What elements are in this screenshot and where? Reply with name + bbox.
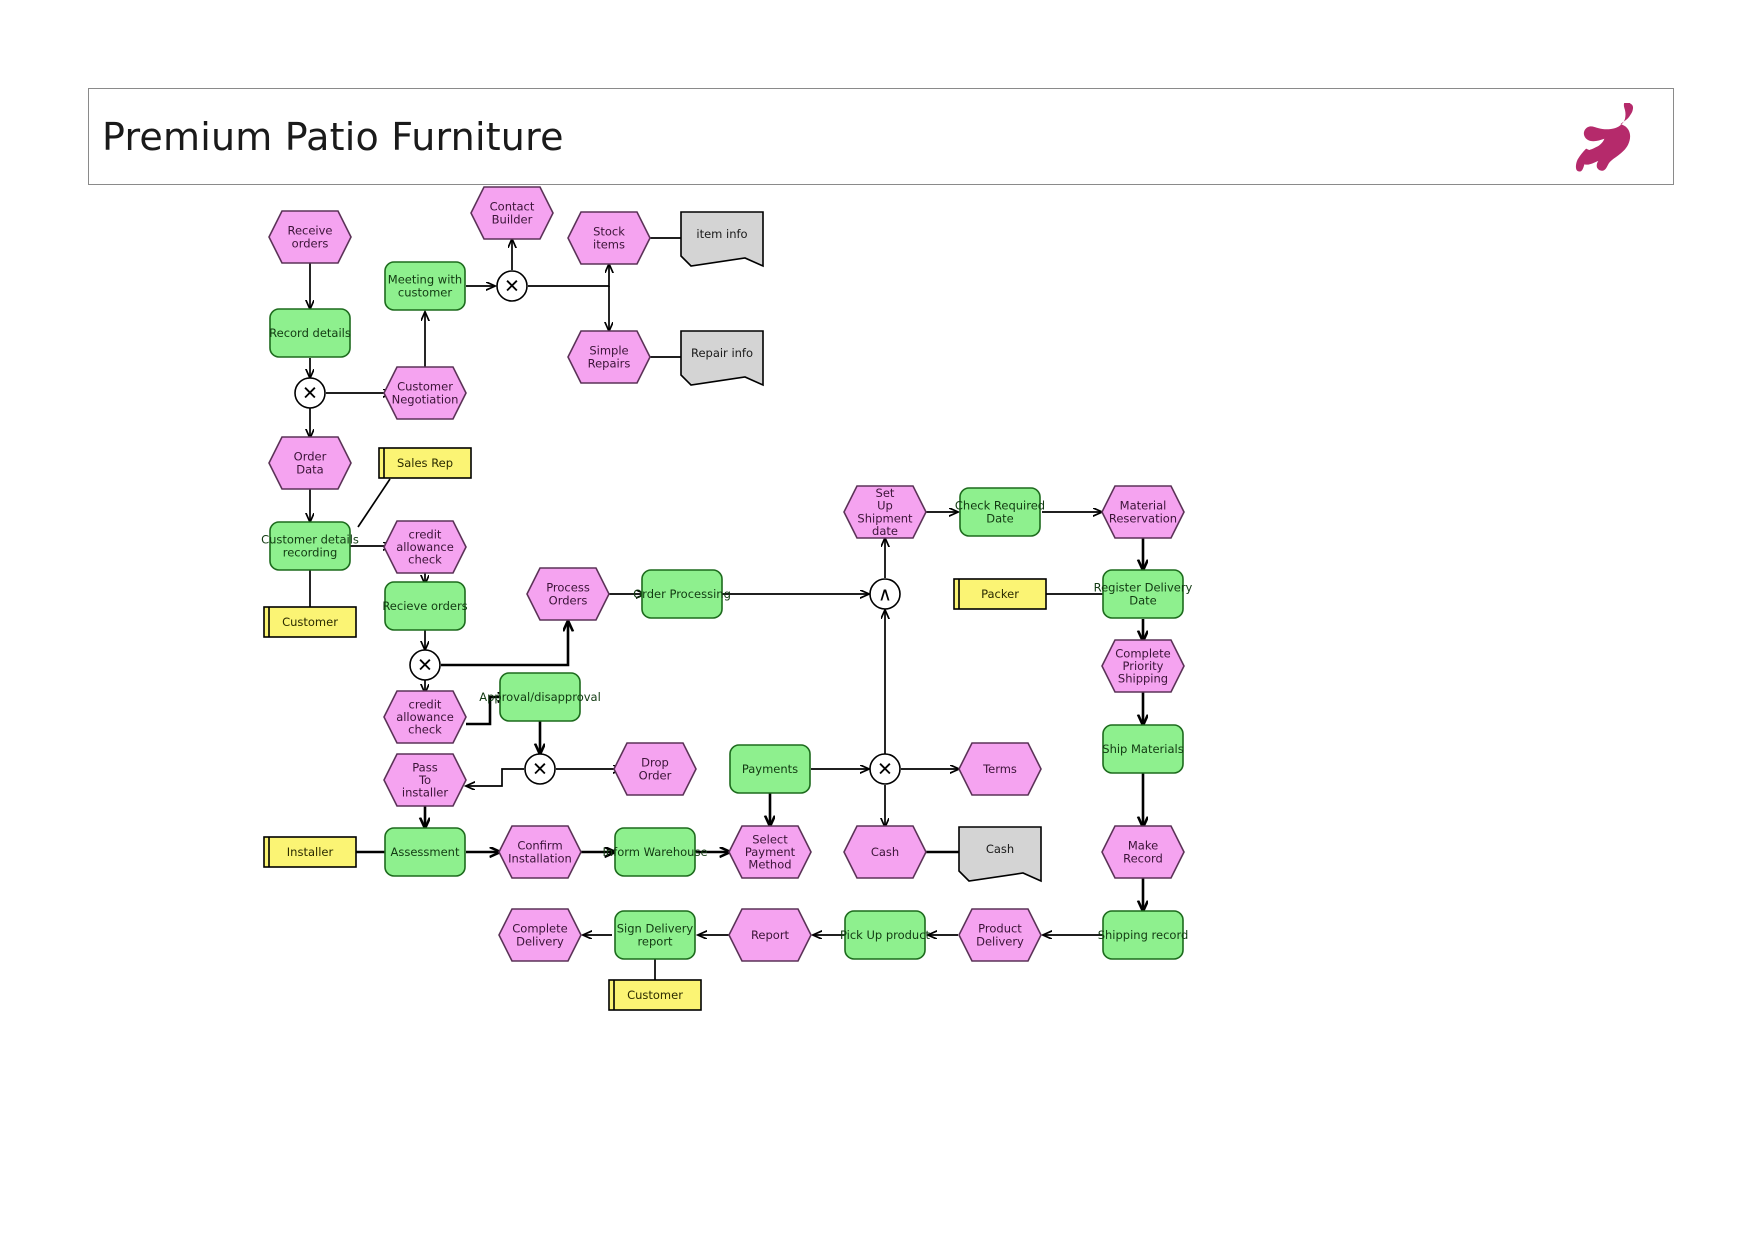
connector-symbol: ✕: [302, 383, 318, 405]
node-cash-event[interactable]: Cash: [843, 825, 927, 879]
node-cash-document[interactable]: Cash: [958, 826, 1042, 883]
node-contact-builder-event[interactable]: Contact Builder: [470, 186, 554, 240]
node-label: Customer: [627, 988, 683, 1002]
node-check-required-date-function[interactable]: Check Required Date: [955, 487, 1045, 537]
node-label: Sales Rep: [397, 456, 453, 470]
node-repair-info-document[interactable]: Repair info: [680, 330, 764, 387]
node-drop-order-event[interactable]: Drop Order: [613, 742, 697, 796]
node-packer-org[interactable]: Packer: [953, 578, 1047, 610]
node-label: Assessment: [391, 845, 460, 859]
node-label: Complete Delivery: [512, 921, 567, 948]
process-diagram: Receive orders Record details Customer Negot…: [0, 0, 1754, 1241]
node-label: Cash: [986, 842, 1014, 856]
node-label: Approval/disapproval: [479, 690, 601, 704]
node-label: Product Delivery: [976, 921, 1024, 948]
node-label: Contact Builder: [490, 199, 535, 226]
node-label: Ship Materials: [1102, 742, 1183, 756]
node-label: Packer: [981, 587, 1019, 601]
edge-salesrep-to-recording: [357, 478, 391, 528]
node-product-delivery-event[interactable]: Product Delivery: [958, 908, 1042, 962]
node-shipping-record-function[interactable]: Shipping record: [1098, 910, 1189, 960]
connector-and-c5[interactable]: ∧: [869, 578, 901, 610]
edge-xor4-to-passinstaller: [466, 768, 524, 786]
node-record-details-function[interactable]: Record details: [269, 308, 351, 358]
node-label: Customer: [282, 615, 338, 629]
node-approval-disapproval-function[interactable]: Approval/disapproval: [479, 672, 601, 722]
connector-xor-c2[interactable]: ✕: [294, 377, 326, 409]
node-label: Customer Negotiation: [392, 379, 459, 406]
node-label: Receive orders: [287, 223, 332, 250]
node-terms-event[interactable]: Terms: [958, 742, 1042, 796]
node-label: Repair info: [691, 346, 753, 360]
node-label: Confirm Installation: [508, 838, 572, 865]
node-label: Terms: [982, 762, 1017, 776]
node-credit-allowance-check-event[interactable]: credit allowance check: [383, 520, 467, 574]
node-recieve-orders-function[interactable]: Recieve orders: [382, 581, 468, 631]
node-credit-allowance-check-event[interactable]: credit allowance check: [383, 690, 467, 744]
node-process-orders-event[interactable]: Process Orders: [526, 567, 610, 621]
node-payments-function[interactable]: Payments: [729, 744, 811, 794]
node-simple-repairs-event[interactable]: Simple Repairs: [567, 330, 651, 384]
node-meeting-with-customer-function[interactable]: Meeting with customer: [384, 261, 466, 311]
node-complete-delivery-event[interactable]: Complete Delivery: [498, 908, 582, 962]
node-label: Drop Order: [639, 755, 672, 782]
node-assessment-function[interactable]: Assessment: [384, 827, 466, 877]
node-label: Report: [751, 928, 790, 942]
node-pick-up-product-function[interactable]: Pick Up product: [840, 910, 931, 960]
node-label: Shipping record: [1098, 928, 1189, 942]
node-item-info-document[interactable]: item info: [680, 211, 764, 268]
node-label: item info: [696, 227, 747, 241]
connector-symbol: ✕: [877, 759, 893, 781]
node-sales-rep-org[interactable]: Sales Rep: [378, 447, 472, 479]
node-report-event[interactable]: Report: [728, 908, 812, 962]
node-select-payment-method-event[interactable]: Select Payment Method: [728, 825, 812, 879]
connector-symbol: ✕: [417, 655, 433, 677]
node-label: Pick Up product: [840, 928, 931, 942]
node-set-up-shipment-date-event[interactable]: Set Up Shipment date: [843, 485, 927, 539]
node-register-delivery-date-function[interactable]: Register Delivery Date: [1094, 569, 1193, 619]
node-order-processing-function[interactable]: Order Processing: [633, 569, 731, 619]
node-installer-org[interactable]: Installer: [263, 836, 357, 868]
node-label: Order Data: [294, 449, 327, 476]
node-order-data-event[interactable]: Order Data: [268, 436, 352, 490]
node-label: Process Orders: [546, 580, 590, 607]
node-label: Complete Priority Shipping: [1115, 646, 1170, 685]
node-customer-org[interactable]: Customer: [263, 606, 357, 638]
node-label: Order Processing: [633, 587, 731, 601]
node-label: Make Record: [1123, 838, 1163, 865]
node-label: Stock items: [593, 224, 625, 251]
connector-xor-c3[interactable]: ✕: [409, 649, 441, 681]
node-customer-negotiation-event[interactable]: Customer Negotiation: [383, 366, 467, 420]
nodes-layer: Receive orders Record details Customer Negot…: [261, 186, 1193, 1011]
node-label: Meeting with customer: [388, 272, 462, 299]
node-label: Cash: [871, 845, 899, 859]
node-customer-org[interactable]: Customer: [608, 979, 702, 1011]
connector-xor-c6[interactable]: ✕: [869, 753, 901, 785]
node-stock-items-event[interactable]: Stock items: [567, 211, 651, 265]
node-customer-details-recording-function[interactable]: Customer details recording: [261, 521, 359, 571]
node-receive-orders-event[interactable]: Receive orders: [268, 210, 352, 264]
node-sign-delivery-report-function[interactable]: Sign Delivery report: [614, 910, 696, 960]
node-pass-to-installer-event[interactable]: Pass To installer: [383, 753, 467, 807]
node-label: Installer: [287, 845, 334, 859]
connector-symbol: ✕: [532, 759, 548, 781]
connector-symbol: ∧: [878, 584, 892, 606]
node-material-reservation-event[interactable]: Material Reservation: [1101, 485, 1185, 539]
node-complete-priority-shipping-event[interactable]: Complete Priority Shipping: [1101, 639, 1185, 693]
connector-symbol: ✕: [504, 276, 520, 298]
node-label: Inform Warehouse: [602, 845, 707, 859]
node-ship-materials-function[interactable]: Ship Materials: [1102, 724, 1184, 774]
epc-diagram-svg: Receive orders Record details Customer Negot…: [261, 186, 1193, 1011]
node-confirm-installation-event[interactable]: Confirm Installation: [498, 825, 582, 879]
node-label: Record details: [269, 326, 351, 340]
connector-xor-c1[interactable]: ✕: [496, 270, 528, 302]
edge-xor1-to-stockitems: [528, 264, 609, 287]
node-label: Simple Repairs: [588, 343, 631, 370]
node-label: Recieve orders: [382, 599, 467, 613]
node-inform-warehouse-function[interactable]: Inform Warehouse: [602, 827, 708, 877]
node-label: Payments: [742, 762, 798, 776]
connector-xor-c4[interactable]: ✕: [524, 753, 556, 785]
diagram-page: Premium Patio Furniture Receive orders R…: [0, 0, 1754, 1241]
node-make-record-event[interactable]: Make Record: [1101, 825, 1185, 879]
